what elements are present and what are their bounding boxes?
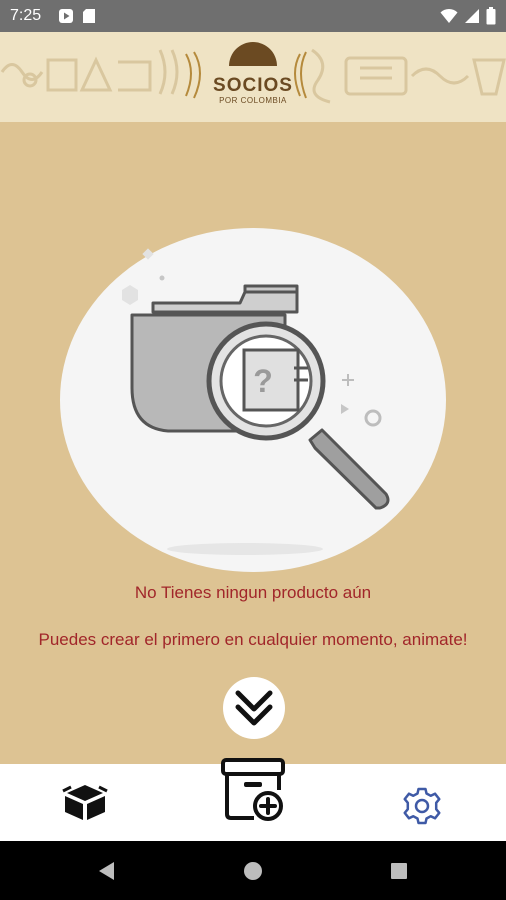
box-icon (62, 785, 108, 820)
sd-card-icon (83, 9, 95, 23)
recents-icon[interactable] (384, 856, 414, 886)
empty-illustration: ? (60, 228, 446, 573)
brand-tagline: POR COLOMBIA (219, 96, 287, 105)
play-store-icon (59, 9, 73, 23)
nav-products-button[interactable] (62, 782, 108, 824)
nav-settings-button[interactable] (400, 784, 444, 828)
empty-state-title: No Tienes ningun producto aún (134, 583, 372, 602)
scroll-down-button[interactable] (223, 677, 285, 739)
gear-icon (403, 787, 441, 825)
status-time: 7:25 (10, 7, 42, 24)
battery-icon (486, 7, 496, 25)
empty-state-subtitle: Puedes crear el primero en cualquier mom… (38, 630, 468, 649)
signal-icon (465, 9, 479, 23)
back-icon[interactable] (92, 856, 122, 886)
status-bar: 7:25 (0, 0, 506, 32)
brand-logo: SOCIOS POR COLOMBIA (206, 76, 300, 106)
system-navigation-bar (0, 841, 506, 900)
folder-search-icon: ? (60, 228, 446, 572)
bottom-navigation (0, 758, 506, 841)
home-icon[interactable] (238, 856, 268, 886)
empty-state-content: ? No Tienes ningun producto aún Puedes c… (0, 122, 506, 764)
wifi-icon (440, 8, 458, 23)
svg-text:?: ? (253, 363, 273, 399)
brand-name: SOCIOS (213, 75, 293, 96)
nav-add-product-button[interactable] (218, 756, 288, 822)
double-chevron-down-icon (235, 690, 273, 726)
header-banner: SOCIOS POR COLOMBIA (0, 32, 506, 122)
archive-add-icon (221, 758, 285, 821)
